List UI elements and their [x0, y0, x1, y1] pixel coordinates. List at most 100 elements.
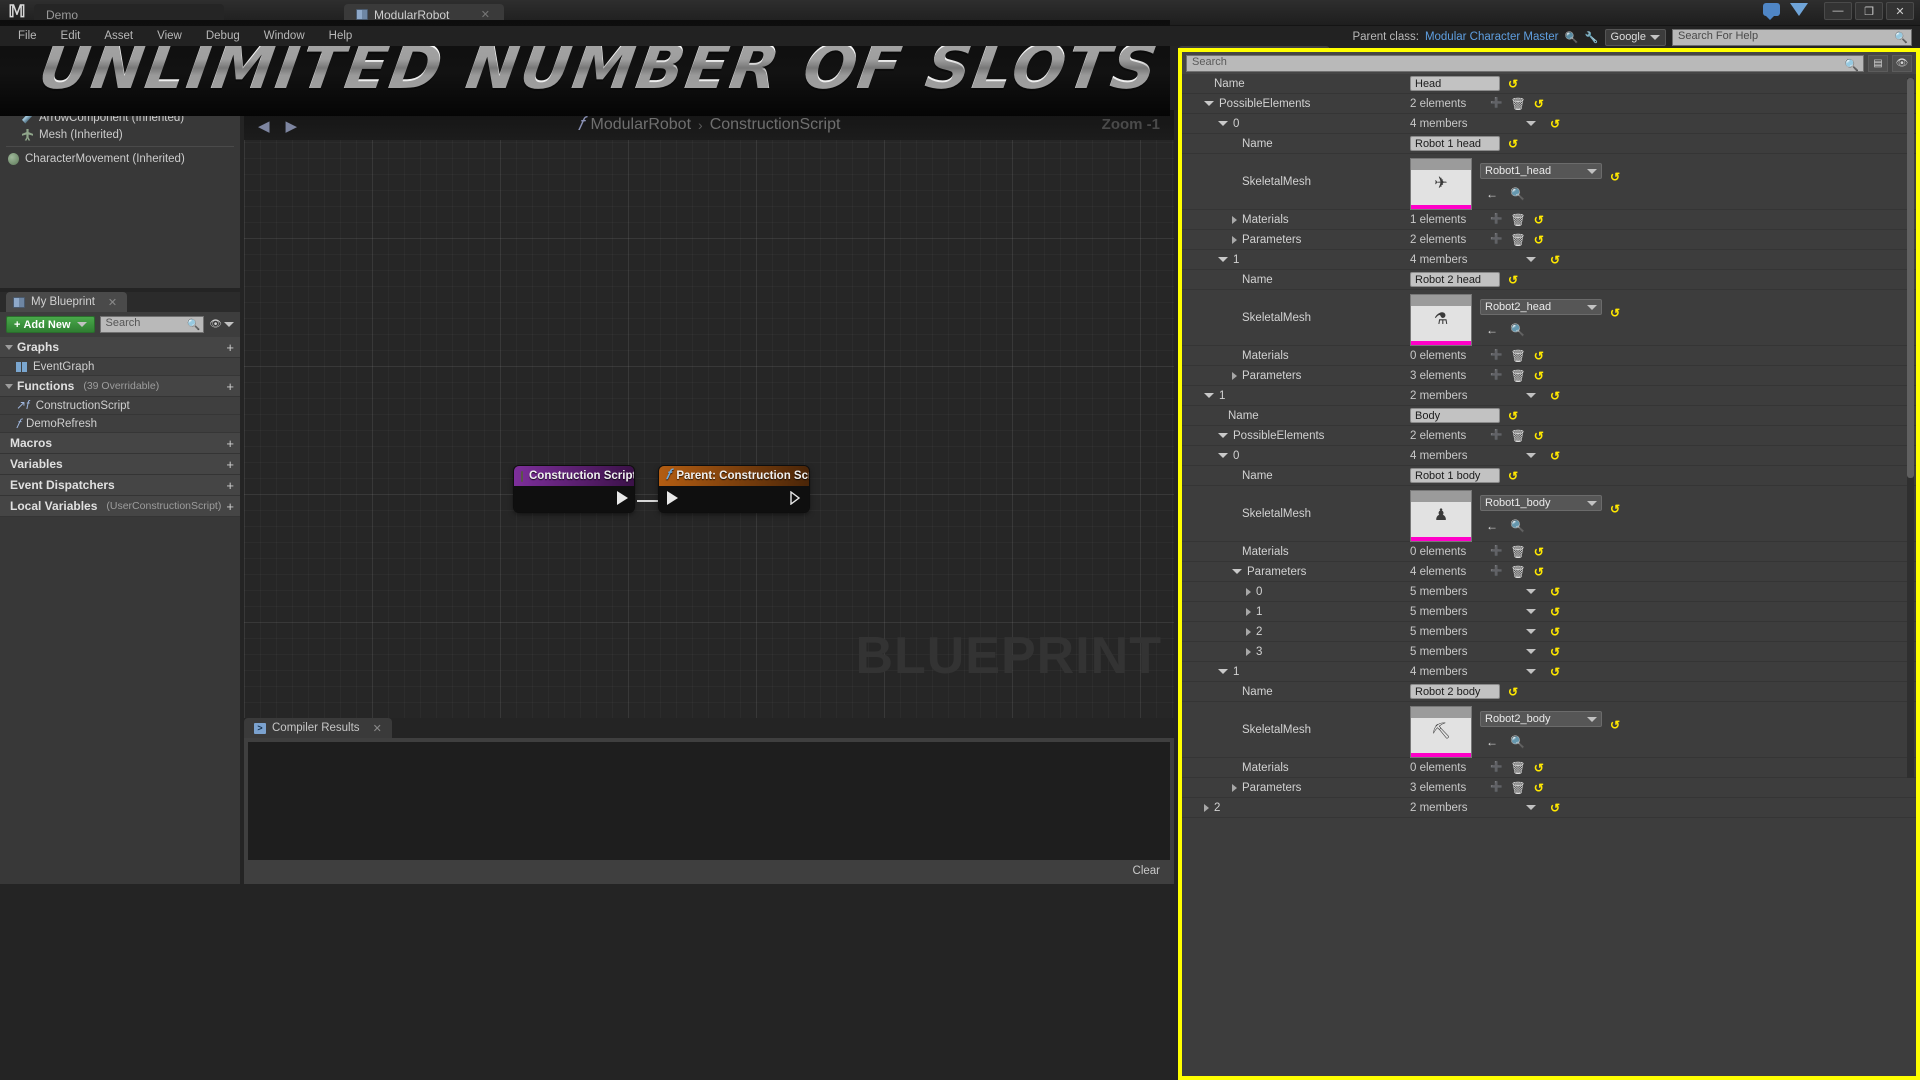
chevron-right-icon[interactable]	[1246, 607, 1251, 616]
use-selected-asset-icon[interactable]: ←	[1486, 323, 1498, 337]
add-element-button[interactable]: ➕	[1490, 98, 1502, 109]
asset-thumbnail[interactable]: ⛏	[1410, 706, 1472, 758]
section-graphs[interactable]: Graphs +	[0, 337, 240, 358]
chevron-down-icon[interactable]	[1526, 453, 1536, 458]
property-row[interactable]: Parameters 4 elements ➕ 🗑 ↺	[1182, 562, 1916, 582]
section-event-dispatchers[interactable]: Event Dispatchers +	[0, 475, 240, 496]
exec-output-pin[interactable]	[617, 491, 628, 505]
property-row[interactable]: Parameters 3 elements ➕ 🗑 ↺	[1182, 366, 1916, 386]
chevron-down-icon[interactable]	[1204, 101, 1214, 106]
chevron-right-icon[interactable]	[1232, 235, 1237, 244]
add-element-button[interactable]: ➕	[1490, 350, 1502, 361]
revert-icon[interactable]: ↺	[1534, 546, 1544, 558]
component-row-charactermovement[interactable]: CharacterMovement (Inherited)	[0, 150, 240, 167]
delete-elements-button[interactable]: 🗑	[1510, 98, 1525, 110]
chat-bubble-icon[interactable]	[1763, 3, 1780, 20]
chevron-down-icon[interactable]	[1587, 500, 1597, 506]
chevron-down-icon[interactable]	[1526, 669, 1536, 674]
details-display-options-button[interactable]: 👁	[1892, 54, 1912, 72]
add-variable-button[interactable]: +	[226, 457, 234, 472]
details-filter-button[interactable]: ▤	[1868, 54, 1888, 72]
details-scrollbar[interactable]	[1907, 78, 1914, 778]
visibility-options-button[interactable]: 👁	[209, 319, 234, 330]
revert-icon[interactable]: ↺	[1550, 606, 1560, 618]
chevron-down-icon[interactable]	[1587, 168, 1597, 174]
property-row[interactable]: 1 4 members ↺	[1182, 662, 1916, 682]
details-scrollbar-thumb[interactable]	[1907, 78, 1914, 478]
add-element-button[interactable]: ➕	[1490, 234, 1502, 245]
property-row[interactable]: Materials 0 elements ➕ 🗑 ↺	[1182, 542, 1916, 562]
my-blueprint-item-demorefresh[interactable]: 𝑓 DemoRefresh	[0, 415, 240, 433]
menu-window[interactable]: Window	[252, 28, 317, 44]
revert-icon[interactable]: ↺	[1534, 566, 1544, 578]
details-property-tree[interactable]: Name Head ↺ PossibleElements 2 elements ➕ 🗑 ↺ 0 4…	[1182, 74, 1916, 1064]
revert-icon[interactable]: ↺	[1550, 626, 1560, 638]
property-row[interactable]: Name Robot 1 body ↺	[1182, 466, 1916, 486]
add-graph-button[interactable]: +	[226, 340, 234, 355]
chevron-down-icon[interactable]	[1526, 589, 1536, 594]
chevron-down-icon[interactable]	[1526, 257, 1536, 262]
delete-elements-button[interactable]: 🗑	[1510, 214, 1525, 226]
add-element-button[interactable]: ➕	[1490, 566, 1502, 577]
property-row[interactable]: Name Robot 2 body ↺	[1182, 682, 1916, 702]
asset-thumbnail[interactable]: ♟	[1410, 490, 1472, 542]
chevron-down-icon[interactable]	[1526, 609, 1536, 614]
maximize-button[interactable]: ❐	[1855, 2, 1883, 20]
property-row[interactable]: 0 4 members ↺	[1182, 114, 1916, 134]
property-row[interactable]: Name Body ↺	[1182, 406, 1916, 426]
revert-icon[interactable]: ↺	[1610, 503, 1620, 515]
chevron-down-icon[interactable]	[1204, 393, 1214, 398]
property-row[interactable]: 1 4 members ↺	[1182, 250, 1916, 270]
revert-icon[interactable]: ↺	[1534, 370, 1544, 382]
revert-icon[interactable]: ↺	[1550, 646, 1560, 658]
asset-select[interactable]: Robot1_body	[1480, 495, 1602, 511]
property-row[interactable]: Name Robot 2 head ↺	[1182, 270, 1916, 290]
revert-icon[interactable]: ↺	[1534, 782, 1544, 794]
revert-icon[interactable]: ↺	[1610, 307, 1620, 319]
section-variables[interactable]: Variables +	[0, 454, 240, 475]
revert-icon[interactable]: ↺	[1534, 430, 1544, 442]
compiler-messages-list[interactable]	[248, 742, 1170, 860]
chevron-right-icon[interactable]	[1246, 647, 1251, 656]
chevron-right-icon[interactable]	[1246, 627, 1251, 636]
minimize-button[interactable]: —	[1824, 2, 1852, 20]
close-button[interactable]: ✕	[1886, 2, 1914, 20]
node-parent-construction-script[interactable]: 𝑓 Parent: Construction Script	[659, 466, 809, 512]
add-element-button[interactable]: ➕	[1490, 214, 1502, 225]
revert-icon[interactable]: ↺	[1610, 171, 1620, 183]
chevron-down-icon[interactable]	[1526, 805, 1536, 810]
menu-asset[interactable]: Asset	[92, 28, 145, 44]
use-selected-asset-icon[interactable]: ←	[1486, 519, 1498, 533]
breadcrumb-leaf[interactable]: ConstructionScript	[710, 116, 841, 134]
property-row[interactable]: 2 2 members ↺	[1182, 798, 1916, 818]
property-text-input[interactable]: Robot 1 body	[1410, 468, 1500, 483]
wrench-icon[interactable]: 🔧	[1585, 30, 1599, 44]
chevron-right-icon[interactable]	[1246, 587, 1251, 596]
chevron-down-icon[interactable]	[5, 383, 13, 389]
chevron-down-icon[interactable]	[1218, 669, 1228, 674]
chevron-down-icon[interactable]	[1526, 649, 1536, 654]
help-source-dropdown[interactable]: Google	[1604, 28, 1666, 46]
browse-asset-icon[interactable]: 🔍	[1510, 519, 1525, 533]
add-element-button[interactable]: ➕	[1490, 546, 1502, 557]
revert-icon[interactable]: ↺	[1550, 586, 1560, 598]
chevron-down-icon[interactable]	[1526, 629, 1536, 634]
details-search-input[interactable]: Search	[1186, 54, 1864, 72]
chevron-down-icon[interactable]	[1587, 304, 1597, 310]
clear-button[interactable]: Clear	[1133, 865, 1160, 877]
browse-asset-icon[interactable]: 🔍	[1510, 323, 1525, 337]
breadcrumb-root[interactable]: ModularRobot	[591, 116, 692, 134]
property-row[interactable]: Parameters 2 elements ➕ 🗑 ↺	[1182, 230, 1916, 250]
revert-icon[interactable]: ↺	[1534, 234, 1544, 246]
section-local-variables[interactable]: Local Variables (UserConstructionScript)…	[0, 496, 240, 517]
chevron-down-icon[interactable]	[1526, 393, 1536, 398]
chevron-down-icon[interactable]	[1218, 121, 1228, 126]
parent-class-value[interactable]: Modular Character Master	[1425, 31, 1559, 43]
property-text-input[interactable]: Robot 1 head	[1410, 136, 1500, 151]
add-local-variable-button[interactable]: +	[226, 499, 234, 514]
delete-elements-button[interactable]: 🗑	[1510, 546, 1525, 558]
property-row[interactable]: 2 5 members ↺	[1182, 622, 1916, 642]
revert-icon[interactable]: ↺	[1508, 410, 1518, 422]
menu-edit[interactable]: Edit	[49, 28, 93, 44]
component-row-mesh[interactable]: Mesh (Inherited)	[0, 126, 240, 143]
